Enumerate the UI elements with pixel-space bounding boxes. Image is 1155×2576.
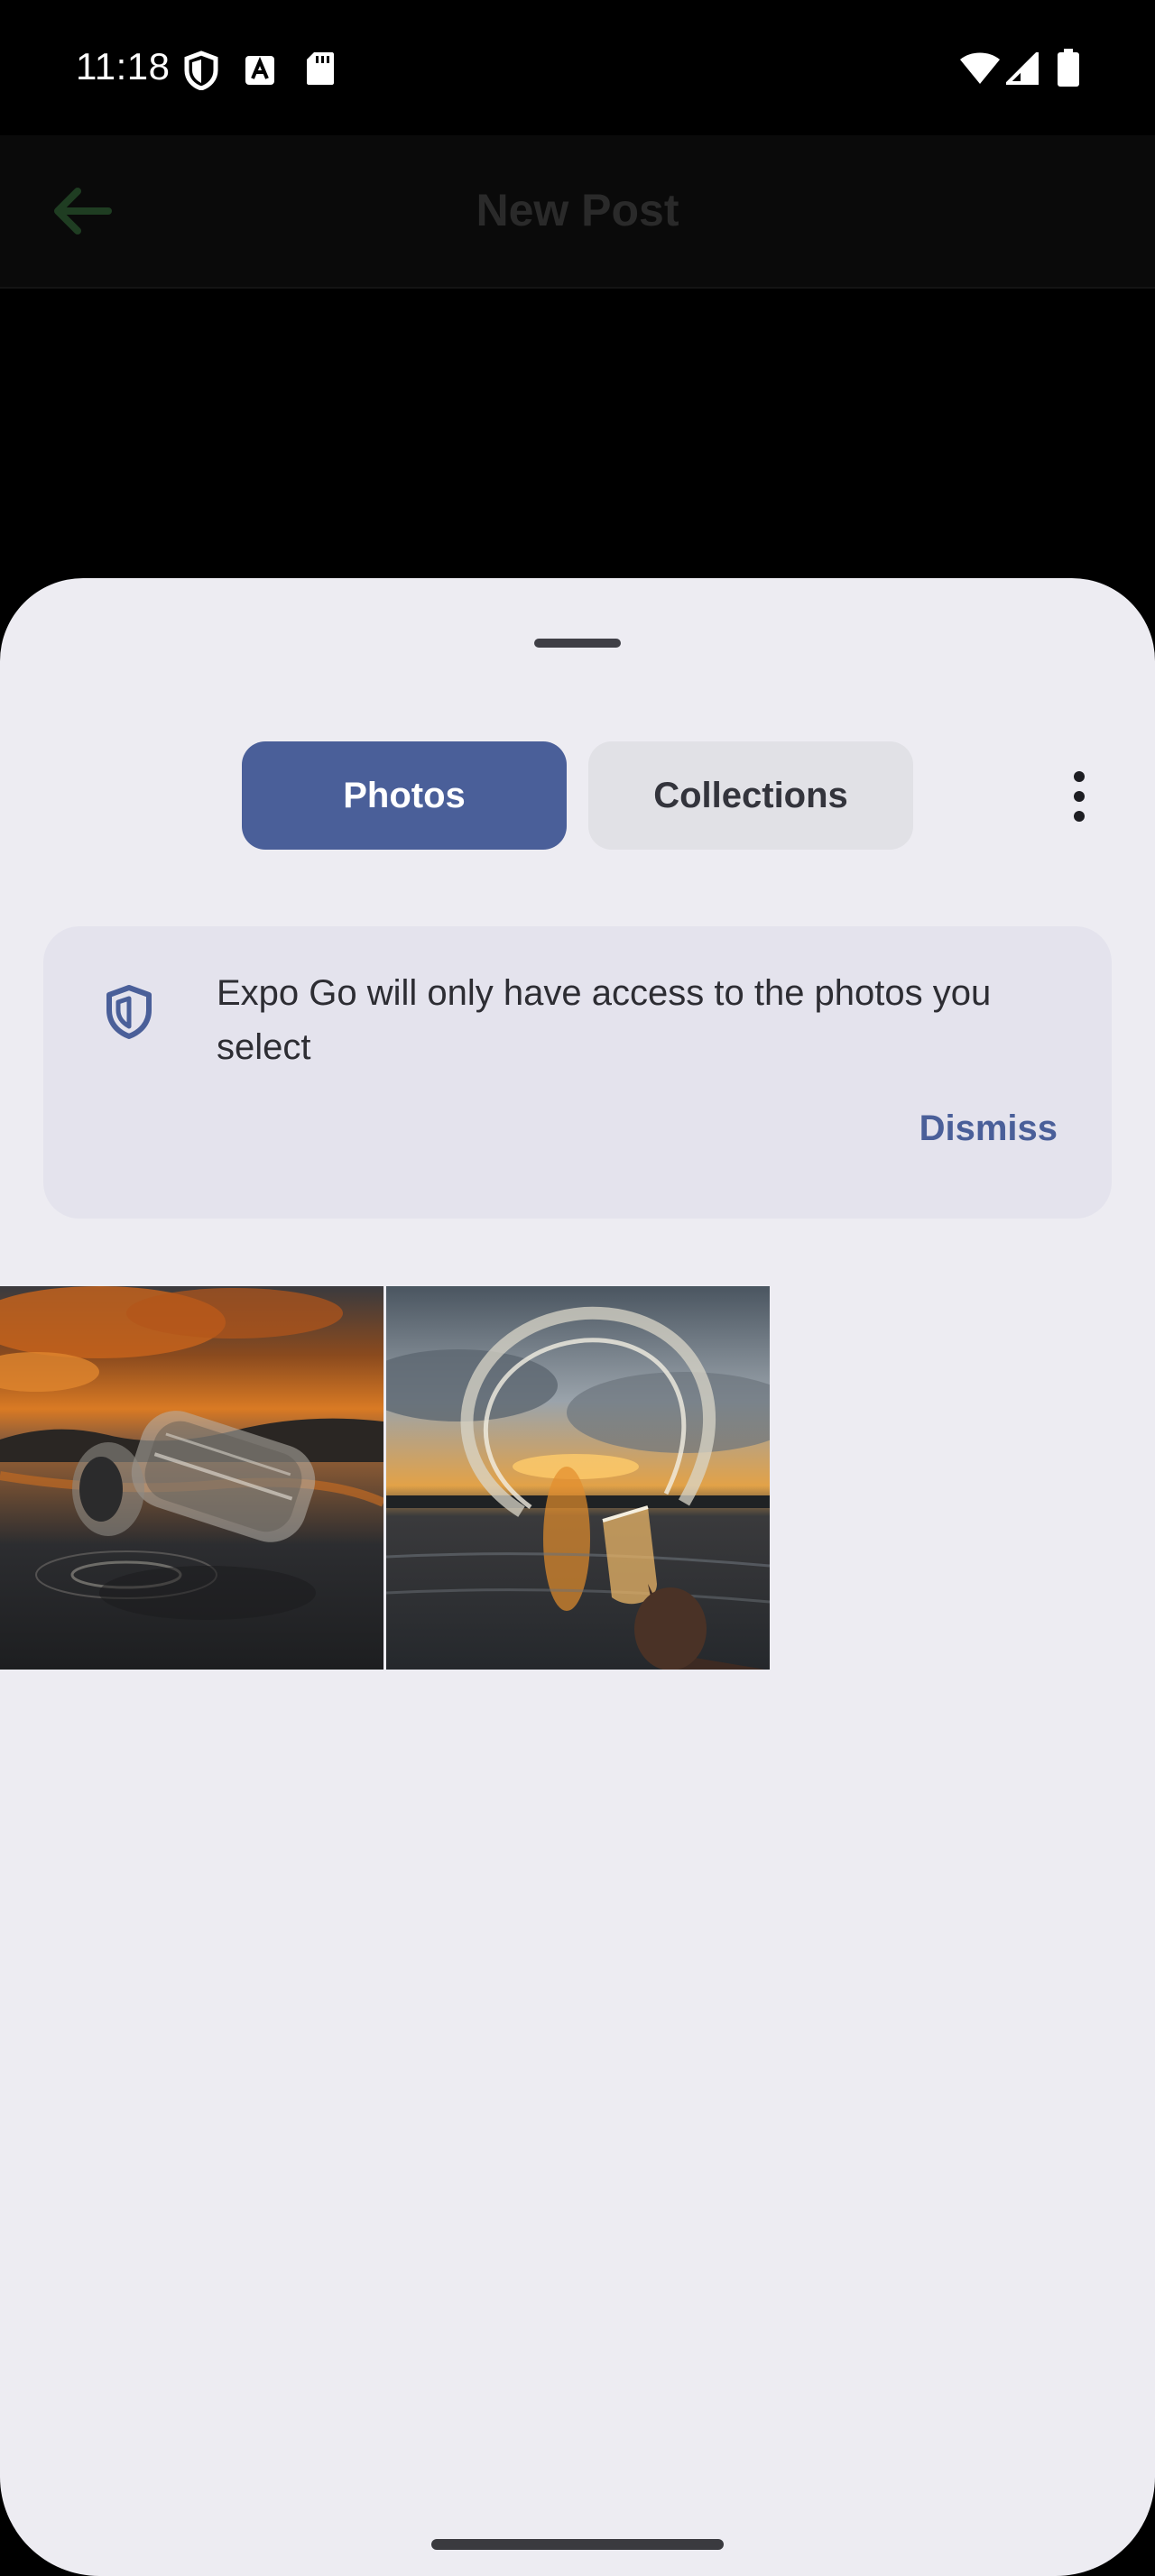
- access-notice-text: Expo Go will only have access to the pho…: [217, 973, 992, 1067]
- page-title: New Post: [476, 185, 679, 235]
- sd-card-icon: [305, 51, 336, 91]
- access-notice-card: Expo Go will only have access to the pho…: [43, 926, 1112, 1219]
- shield-icon: [182, 51, 220, 95]
- status-time: 11:18: [76, 45, 171, 87]
- wifi-icon: [959, 52, 1001, 89]
- signal-icon: [1003, 50, 1039, 89]
- app-header: New Post: [0, 135, 1155, 289]
- bottle-on-water-sunset-photo[interactable]: [0, 1286, 383, 1670]
- tab-photos[interactable]: Photos: [242, 741, 567, 850]
- status-bar: 11:18: [0, 0, 1155, 135]
- more-vertical-icon[interactable]: [1054, 768, 1104, 825]
- home-indicator[interactable]: [431, 2539, 724, 2550]
- shield-icon: [105, 984, 153, 1044]
- photo-picker-sheet: Photos Collections Expo Go will only hav…: [0, 578, 1155, 2576]
- screen: 11:18 New Post Photos Collections Expo G…: [0, 0, 1155, 2576]
- dismiss-button[interactable]: Dismiss: [919, 1109, 1058, 1149]
- tab-collections[interactable]: Collections: [588, 741, 913, 850]
- text-a-icon: [244, 54, 276, 91]
- drag-handle[interactable]: [534, 639, 621, 648]
- water-splash-glass-sunset-photo[interactable]: [386, 1286, 770, 1670]
- battery-icon: [1058, 49, 1079, 91]
